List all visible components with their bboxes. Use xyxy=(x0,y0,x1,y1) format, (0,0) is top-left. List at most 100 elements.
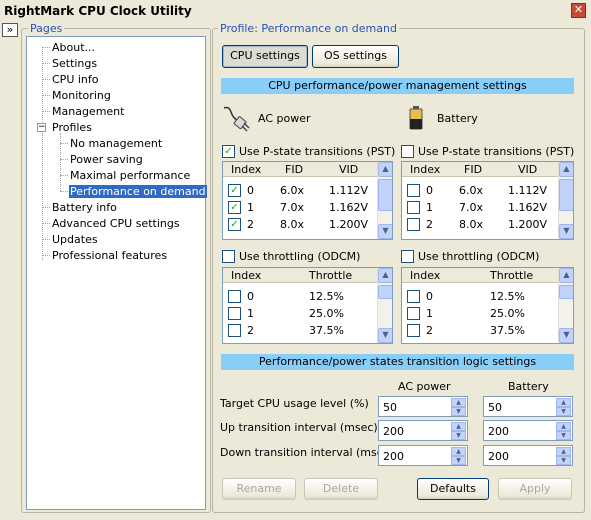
pst-battery-row0-checkbox[interactable] xyxy=(407,184,420,197)
scroll-down-icon[interactable]: ▼ xyxy=(378,328,392,343)
pst-battery-row2-index: 2 xyxy=(426,218,433,231)
defaults-button[interactable]: Defaults xyxy=(417,478,489,500)
tree-item-cpu-info[interactable]: CPU info xyxy=(51,73,100,86)
tree-item-advanced-cpu-settings[interactable]: Advanced CPU settings xyxy=(51,217,181,230)
up-transition-ac-value[interactable]: 200 xyxy=(383,425,404,438)
battery-label: Battery xyxy=(437,112,478,125)
close-button[interactable]: ✕ xyxy=(571,3,586,18)
scroll-thumb[interactable] xyxy=(378,179,392,211)
pst-battery-scrollbar[interactable]: ▲ ▼ xyxy=(558,162,573,239)
odcm-battery-row1-index: 1 xyxy=(426,307,433,320)
spin-up-icon[interactable]: ▲ xyxy=(451,398,466,407)
spin-down-icon[interactable]: ▼ xyxy=(556,407,571,416)
tree-item-maximal-performance[interactable]: Maximal performance xyxy=(69,169,191,182)
down-transition-ac-value[interactable]: 200 xyxy=(383,450,404,463)
odcm-battery-header: Index Throttle xyxy=(402,268,558,283)
odcm-ac-checkbox[interactable] xyxy=(222,250,235,263)
pst-ac-row0-checkbox[interactable]: ✓ xyxy=(228,184,241,197)
tree-item-performance-on-demand[interactable]: Performance on demand xyxy=(69,185,207,198)
odcm-battery-row0-checkbox[interactable] xyxy=(407,290,420,303)
pst-battery-checkbox[interactable] xyxy=(401,145,414,158)
tree-item-no-management[interactable]: No management xyxy=(69,137,163,150)
tab-cpu-settings[interactable]: CPU settings xyxy=(222,45,308,68)
tree-item-profiles[interactable]: Profiles xyxy=(51,121,93,134)
pst-ac-row1-checkbox[interactable]: ✓ xyxy=(228,201,241,214)
spin-up-icon[interactable]: ▲ xyxy=(556,447,571,456)
spin-up-icon[interactable]: ▲ xyxy=(556,422,571,431)
delete-button[interactable]: Delete xyxy=(304,478,378,500)
odcm-battery-row0-index: 0 xyxy=(426,290,433,303)
spin-up-icon[interactable]: ▲ xyxy=(451,447,466,456)
pst-battery-row0-fid: 6.0x xyxy=(459,184,484,197)
scroll-thumb[interactable] xyxy=(559,285,573,299)
col-index: Index xyxy=(231,269,262,282)
odcm-ac-scrollbar[interactable]: ▲ ▼ xyxy=(377,268,392,343)
scroll-up-icon[interactable]: ▲ xyxy=(559,268,573,283)
pst-battery-row0-index: 0 xyxy=(426,184,433,197)
col-ac-power-label: AC power xyxy=(398,380,451,393)
odcm-ac-row0-checkbox[interactable] xyxy=(228,290,241,303)
odcm-ac-row2-index: 2 xyxy=(247,324,254,337)
spin-down-icon[interactable]: ▼ xyxy=(451,407,466,416)
odcm-battery-row1-checkbox[interactable] xyxy=(407,307,420,320)
odcm-battery-row2-checkbox[interactable] xyxy=(407,324,420,337)
pst-ac-scrollbar[interactable]: ▲ ▼ xyxy=(377,162,392,239)
up-transition-battery-spinner[interactable]: 200 ▲ ▼ xyxy=(483,420,573,441)
scroll-down-icon[interactable]: ▼ xyxy=(559,328,573,343)
pst-battery-row2-vid: 1.200V xyxy=(508,218,548,231)
tree-item-power-saving[interactable]: Power saving xyxy=(69,153,144,166)
odcm-ac-row0-throttle: 12.5% xyxy=(309,290,344,303)
target-cpu-battery-value[interactable]: 50 xyxy=(488,401,502,414)
tree-item-monitoring[interactable]: Monitoring xyxy=(51,89,112,102)
spin-down-icon[interactable]: ▼ xyxy=(556,456,571,465)
target-cpu-ac-spinner[interactable]: 50 ▲ ▼ xyxy=(378,396,468,417)
scroll-up-icon[interactable]: ▲ xyxy=(378,162,392,177)
target-cpu-ac-value[interactable]: 50 xyxy=(383,401,397,414)
scroll-up-icon[interactable]: ▲ xyxy=(559,162,573,177)
profiles-collapse-icon[interactable]: − xyxy=(37,123,46,132)
tree-item-professional-features[interactable]: Professional features xyxy=(51,249,168,262)
down-transition-battery-value[interactable]: 200 xyxy=(488,450,509,463)
tree-item-updates[interactable]: Updates xyxy=(51,233,99,246)
pst-ac-row1-index: 1 xyxy=(247,201,254,214)
pst-battery-row1-checkbox[interactable] xyxy=(407,201,420,214)
scroll-down-icon[interactable]: ▼ xyxy=(378,224,392,239)
scroll-thumb[interactable] xyxy=(378,285,392,299)
spin-down-icon[interactable]: ▼ xyxy=(556,431,571,440)
tree-item-settings[interactable]: Settings xyxy=(51,57,98,70)
down-transition-ac-spinner[interactable]: 200 ▲ ▼ xyxy=(378,445,468,466)
odcm-battery-scrollbar[interactable]: ▲ ▼ xyxy=(558,268,573,343)
pst-ac-checkbox[interactable]: ✓ xyxy=(222,145,235,158)
scroll-thumb[interactable] xyxy=(559,179,573,211)
pst-ac-row2-checkbox[interactable]: ✓ xyxy=(228,218,241,231)
pst-ac-row2-index: 2 xyxy=(247,218,254,231)
pst-ac-row1-fid: 7.0x xyxy=(280,201,305,214)
profile-group-label: Profile: Performance on demand xyxy=(218,22,399,35)
up-transition-ac-spinner[interactable]: 200 ▲ ▼ xyxy=(378,420,468,441)
up-transition-battery-value[interactable]: 200 xyxy=(488,425,509,438)
spin-down-icon[interactable]: ▼ xyxy=(451,456,466,465)
col-vid: VID xyxy=(518,163,538,176)
col-throttle: Throttle xyxy=(490,269,534,282)
spin-down-icon[interactable]: ▼ xyxy=(451,431,466,440)
scroll-up-icon[interactable]: ▲ xyxy=(378,268,392,283)
tree-item-management[interactable]: Management xyxy=(51,105,125,118)
rename-button[interactable]: Rename xyxy=(222,478,296,500)
scroll-down-icon[interactable]: ▼ xyxy=(559,224,573,239)
odcm-ac-row2-checkbox[interactable] xyxy=(228,324,241,337)
pst-battery-row2-checkbox[interactable] xyxy=(407,218,420,231)
tree-item-about[interactable]: About... xyxy=(51,41,96,54)
spin-up-icon[interactable]: ▲ xyxy=(451,422,466,431)
pst-battery-row2-fid: 8.0x xyxy=(459,218,484,231)
target-cpu-label: Target CPU usage level (%) xyxy=(220,397,369,410)
tab-os-settings[interactable]: OS settings xyxy=(312,45,399,68)
apply-button[interactable]: Apply xyxy=(498,478,572,500)
target-cpu-battery-spinner[interactable]: 50 ▲ ▼ xyxy=(483,396,573,417)
odcm-battery-checkbox[interactable] xyxy=(401,250,414,263)
collapse-pages-button[interactable]: » xyxy=(2,23,18,37)
cpu-section-header: CPU performance/power management setting… xyxy=(221,78,574,94)
down-transition-battery-spinner[interactable]: 200 ▲ ▼ xyxy=(483,445,573,466)
odcm-ac-row1-checkbox[interactable] xyxy=(228,307,241,320)
spin-up-icon[interactable]: ▲ xyxy=(556,398,571,407)
tree-item-battery-info[interactable]: Battery info xyxy=(51,201,118,214)
